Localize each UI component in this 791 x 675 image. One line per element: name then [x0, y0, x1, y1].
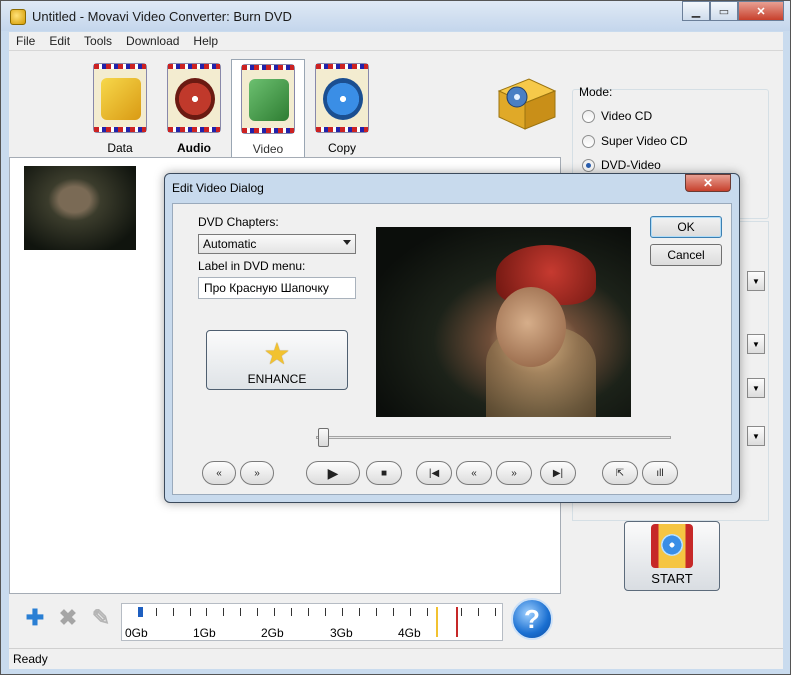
video-reel-icon	[241, 64, 295, 134]
data-folder-icon	[93, 63, 147, 133]
add-icon[interactable]: ✚	[25, 605, 45, 630]
menu-edit[interactable]: Edit	[42, 34, 77, 48]
dvd-chapters-value: Automatic	[203, 237, 257, 251]
status-text: Ready	[13, 652, 48, 666]
audio-disc-icon	[167, 63, 221, 133]
setting-dropdown-1[interactable]: ▼	[747, 271, 765, 291]
maximize-button[interactable]: ▭	[710, 1, 738, 21]
dialog-close-button[interactable]: ✕	[685, 174, 731, 192]
disc-capacity-ruler: 0Gb 1Gb 2Gb 3Gb 4Gb	[121, 603, 503, 641]
seek-track[interactable]	[316, 436, 671, 439]
step-forward-icon[interactable]: »	[496, 461, 532, 485]
burn-box-icon	[497, 78, 557, 130]
setting-dropdown-2[interactable]: ▼	[747, 334, 765, 354]
close-button[interactable]: ✕	[738, 1, 784, 21]
app-icon	[10, 9, 26, 25]
play-icon[interactable]: ▶	[306, 461, 360, 485]
status-bar: Ready	[9, 648, 783, 669]
rewind-icon[interactable]: «	[202, 461, 236, 485]
ruler-label-3gb: 3Gb	[330, 626, 353, 640]
enhance-label: ENHANCE	[247, 372, 307, 386]
go-to-end-icon[interactable]: ▶|	[540, 461, 576, 485]
fast-forward-icon[interactable]: »	[240, 461, 274, 485]
go-to-start-icon[interactable]: |◀	[416, 461, 452, 485]
remove-icon[interactable]: ✖	[58, 605, 78, 630]
cancel-button[interactable]: Cancel	[650, 244, 722, 266]
capacity-limit-marker	[456, 607, 458, 637]
ruler-label-4gb: 4Gb	[398, 626, 421, 640]
radio-dvd-video[interactable]	[582, 158, 595, 172]
tab-video-label: Video	[252, 142, 284, 156]
help-button[interactable]: ?	[511, 598, 553, 640]
bottom-toolbar: ✚ ✖ ✎ 0Gb 1Gb 2Gb 3Gb 4Gb ?	[9, 596, 783, 648]
radio-video-cd-label: Video CD	[601, 109, 653, 123]
copy-disc-icon	[315, 63, 369, 133]
stop-icon[interactable]: ■	[366, 461, 402, 485]
start-button[interactable]: START	[624, 521, 720, 591]
tab-data[interactable]: Data	[83, 59, 157, 157]
setting-dropdown-4[interactable]: ▼	[747, 426, 765, 446]
ruler-label-1gb: 1Gb	[193, 626, 216, 640]
magic-wand-star-icon: ★	[263, 338, 291, 371]
window-controls: ▁ ▭ ✕	[682, 1, 784, 21]
seek-slider-thumb[interactable]	[318, 428, 329, 447]
setting-dropdown-3[interactable]: ▼	[747, 378, 765, 398]
category-tabs: Data Audio Video Copy	[83, 59, 379, 159]
ruler-label-0gb: 0Gb	[125, 626, 148, 640]
window-title: Untitled - Movavi Video Converter: Burn …	[32, 9, 292, 24]
chevron-down-icon	[343, 240, 351, 245]
radio-video-cd[interactable]	[582, 109, 595, 123]
radio-dvd-video-label: DVD-Video	[601, 158, 661, 172]
tab-video[interactable]: Video	[231, 59, 305, 159]
capacity-used-marker	[138, 607, 143, 617]
ruler-label-2gb: 2Gb	[261, 626, 284, 640]
dvd-burn-icon	[651, 524, 693, 568]
tab-audio[interactable]: Audio	[157, 59, 231, 157]
menu-bar: File Edit Tools Download Help	[9, 32, 783, 51]
main-window: Untitled - Movavi Video Converter: Burn …	[0, 0, 791, 675]
tab-copy-label: Copy	[327, 141, 356, 155]
edit-video-dialog: Edit Video Dialog ✕ DVD Chapters: Automa…	[164, 173, 740, 503]
menu-file[interactable]: File	[9, 34, 42, 48]
volume-icon[interactable]: ıll	[642, 461, 678, 485]
start-button-label: START	[651, 571, 693, 586]
radio-super-video-cd[interactable]	[582, 134, 595, 148]
dialog-title: Edit Video Dialog	[172, 181, 264, 195]
edit-icon[interactable]: ✎	[91, 605, 111, 630]
minimize-button[interactable]: ▁	[682, 1, 710, 21]
dvd-chapters-label: DVD Chapters:	[198, 215, 279, 229]
dvd-menu-input[interactable]	[198, 277, 356, 299]
tab-audio-label: Audio	[177, 141, 211, 155]
mode-option-dvd-video[interactable]: DVD-Video	[582, 158, 661, 172]
title-bar: Untitled - Movavi Video Converter: Burn …	[1, 1, 790, 31]
step-back-icon[interactable]: «	[456, 461, 492, 485]
snapshot-icon[interactable]: ⇱	[602, 461, 638, 485]
mode-label: Mode:	[579, 85, 613, 99]
menu-download[interactable]: Download	[119, 34, 186, 48]
dvd-menu-label: Label in DVD menu:	[198, 259, 306, 273]
menu-help[interactable]: Help	[186, 34, 225, 48]
mode-option-video-cd[interactable]: Video CD	[582, 109, 652, 123]
mode-option-super-video-cd[interactable]: Super Video CD	[582, 134, 688, 148]
dialog-body: DVD Chapters: Automatic Label in DVD men…	[172, 203, 732, 495]
radio-super-video-cd-label: Super Video CD	[601, 134, 688, 148]
capacity-warning-marker	[436, 607, 438, 637]
tab-copy[interactable]: Copy	[305, 59, 379, 157]
dvd-chapters-select[interactable]: Automatic	[198, 234, 356, 254]
video-preview	[376, 227, 631, 417]
enhance-button[interactable]: ★ ENHANCE	[206, 330, 348, 390]
tab-data-label: Data	[107, 141, 133, 155]
video-thumbnail[interactable]	[24, 166, 136, 250]
menu-tools[interactable]: Tools	[77, 34, 119, 48]
ok-button[interactable]: OK	[650, 216, 722, 238]
